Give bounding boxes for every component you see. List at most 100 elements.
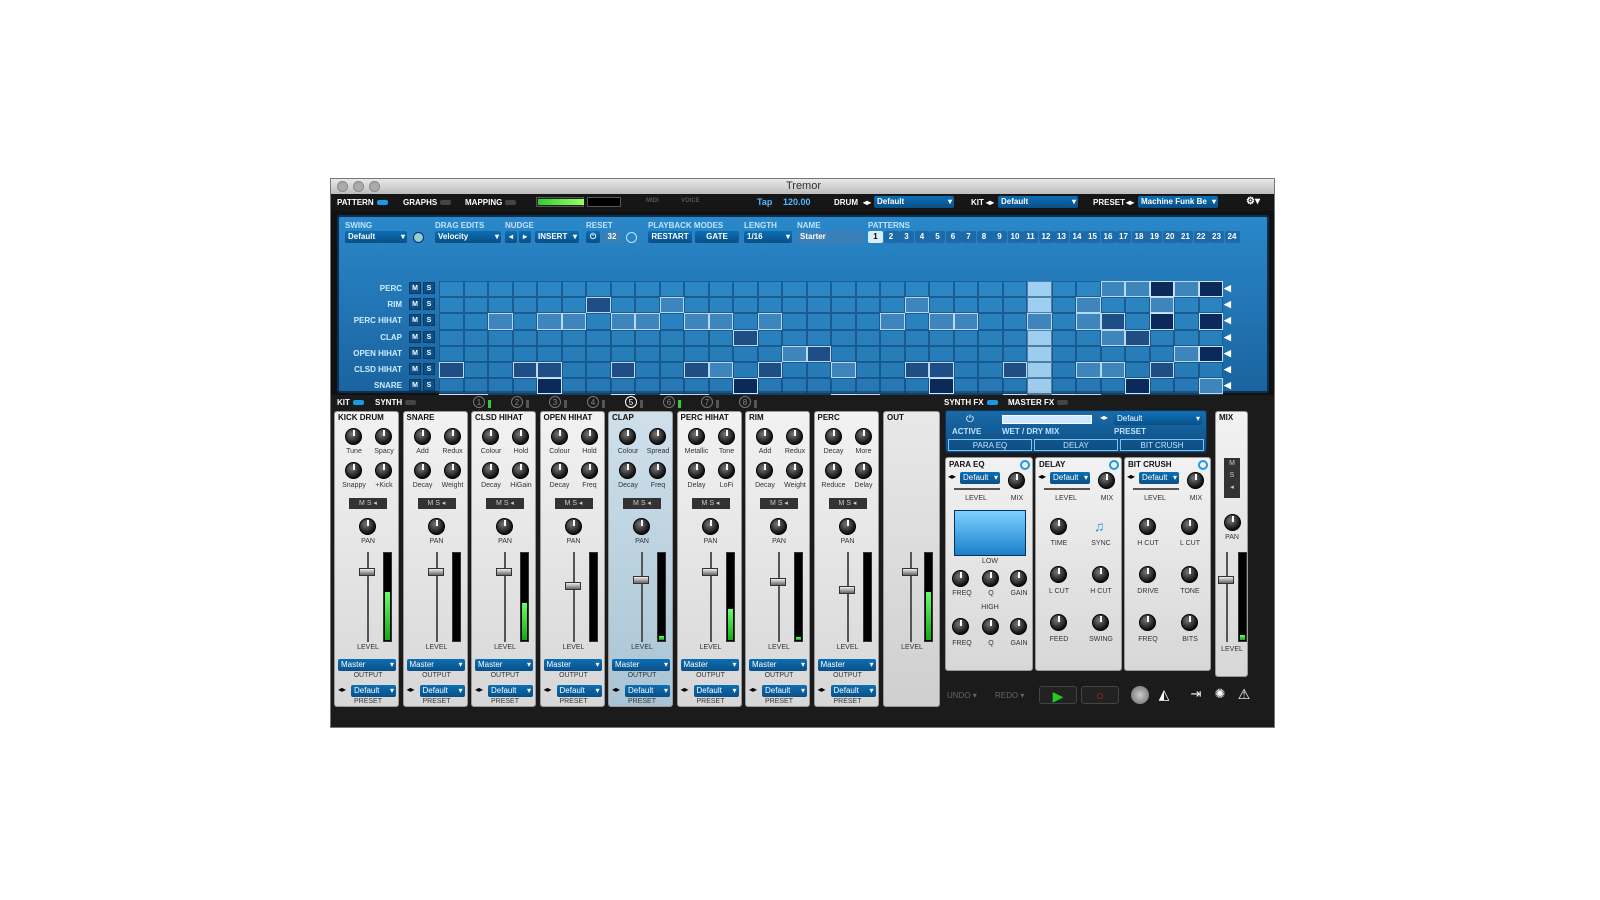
pattern-button-17[interactable]: 17	[1116, 231, 1131, 243]
mix-pan-knob[interactable]	[1224, 514, 1241, 531]
step-cell[interactable]	[733, 297, 758, 314]
knob-mode-icon[interactable]	[1131, 686, 1149, 704]
step-cell[interactable]	[953, 313, 978, 330]
step-cell[interactable]	[929, 329, 954, 346]
step-cell[interactable]	[537, 362, 562, 379]
step-cell[interactable]	[1198, 362, 1223, 379]
channel-knob[interactable]	[512, 428, 529, 445]
step-cell[interactable]	[537, 378, 562, 395]
step-cell[interactable]	[439, 297, 464, 314]
mix-ms-buttons[interactable]: M S ◂	[1224, 458, 1240, 498]
step-cell[interactable]	[757, 345, 782, 362]
channel-knob[interactable]	[345, 428, 362, 445]
step-cell[interactable]	[635, 378, 660, 395]
step-cell[interactable]	[855, 362, 880, 379]
step-cell[interactable]	[610, 329, 635, 346]
delay-lcut-knob[interactable]	[1050, 566, 1067, 583]
preset-arrows[interactable]: ◂▸	[407, 685, 415, 694]
pattern-button-3[interactable]: 3	[899, 231, 914, 243]
pattern-button-15[interactable]: 15	[1085, 231, 1100, 243]
bpm-display[interactable]: 120.00	[783, 197, 811, 207]
logo-icon[interactable]: ◭	[1155, 686, 1173, 704]
step-cell[interactable]	[561, 281, 586, 298]
nudge-left-button[interactable]: ◂	[505, 231, 517, 243]
swing-knob-icon[interactable]	[413, 232, 424, 243]
bit-crush-mix-knob[interactable]	[1187, 472, 1204, 489]
step-cell[interactable]	[708, 362, 733, 379]
synth-tab[interactable]: SYNTH	[375, 398, 417, 407]
high-q-knob[interactable]	[982, 618, 999, 635]
channel-knob[interactable]	[580, 462, 598, 479]
pan-knob[interactable]	[427, 518, 445, 535]
step-cell[interactable]	[1076, 297, 1101, 314]
step-cell[interactable]	[880, 329, 905, 346]
step-cell[interactable]	[831, 281, 856, 298]
step-cell[interactable]	[855, 313, 880, 330]
solo-button[interactable]: S	[423, 346, 435, 359]
step-cell[interactable]	[488, 297, 513, 314]
swing-knob[interactable]	[1092, 614, 1109, 631]
step-cell[interactable]	[1100, 345, 1125, 362]
step-cell[interactable]	[586, 313, 611, 330]
mapping-tab[interactable]: MAPPING	[465, 198, 517, 207]
step-cell[interactable]	[953, 329, 978, 346]
step-cell[interactable]	[439, 345, 464, 362]
step-cell[interactable]	[904, 297, 929, 314]
step-cell[interactable]	[659, 329, 684, 346]
step-cell[interactable]	[929, 362, 954, 379]
step-cell[interactable]	[953, 378, 978, 395]
solo-button[interactable]: S	[423, 330, 435, 343]
channel-knob[interactable]	[443, 428, 461, 445]
step-cell[interactable]	[806, 281, 831, 298]
channel-knob[interactable]	[550, 462, 568, 479]
step-cell[interactable]	[512, 281, 537, 298]
step-cell[interactable]	[806, 313, 831, 330]
step-cell[interactable]	[782, 313, 807, 330]
channel-knob[interactable]	[786, 428, 803, 445]
step-cell[interactable]	[904, 313, 929, 330]
step-cell[interactable]	[439, 313, 464, 330]
bit-crush-arrows[interactable]: ◂▸	[1127, 472, 1135, 481]
step-cell[interactable]	[708, 378, 733, 395]
step-cell[interactable]	[733, 362, 758, 379]
channel-preset-dropdown[interactable]: Default	[625, 685, 670, 697]
step-cell[interactable]	[782, 281, 807, 298]
step-cell[interactable]	[978, 345, 1003, 362]
voice-button-3[interactable]: 3	[549, 396, 561, 408]
reset-icon[interactable]: ⏻	[586, 231, 600, 243]
step-cell[interactable]	[929, 297, 954, 314]
step-cell[interactable]	[1027, 378, 1052, 395]
step-cell[interactable]	[635, 329, 660, 346]
channel-knob[interactable]	[687, 462, 705, 479]
step-cell[interactable]	[1125, 378, 1150, 395]
step-cell[interactable]	[610, 362, 635, 379]
step-cell[interactable]	[439, 362, 464, 379]
step-cell[interactable]	[733, 329, 758, 346]
step-cell[interactable]	[1198, 297, 1223, 314]
solo-button[interactable]: S	[423, 379, 435, 392]
mute-solo-buttons[interactable]: M S ◂	[623, 498, 661, 509]
step-cell[interactable]	[1002, 297, 1027, 314]
step-cell[interactable]	[586, 362, 611, 379]
step-cell[interactable]	[1027, 345, 1052, 362]
step-cell[interactable]	[708, 313, 733, 330]
reset-clock-icon[interactable]	[626, 232, 637, 243]
channel-knob[interactable]	[649, 462, 666, 479]
step-cell[interactable]	[586, 297, 611, 314]
pattern-button-16[interactable]: 16	[1100, 231, 1116, 243]
insert-dropdown[interactable]: INSERT	[535, 231, 579, 243]
level-fader[interactable]	[838, 586, 855, 594]
step-cell[interactable]	[831, 297, 856, 314]
step-cell[interactable]	[708, 297, 733, 314]
eq-curve-display[interactable]	[954, 510, 1026, 556]
pattern-name-field[interactable]: Starter	[797, 231, 863, 243]
step-cell[interactable]	[880, 362, 905, 379]
step-cell[interactable]	[1125, 345, 1150, 362]
step-cell[interactable]	[463, 329, 488, 346]
fx-tab-2[interactable]: BIT CRUSH	[1120, 439, 1204, 451]
step-cell[interactable]	[1027, 281, 1052, 298]
step-cell[interactable]	[439, 329, 464, 346]
output-dropdown[interactable]: Master	[749, 659, 807, 671]
step-cell[interactable]	[733, 281, 758, 298]
solo-button[interactable]: S	[423, 363, 435, 375]
